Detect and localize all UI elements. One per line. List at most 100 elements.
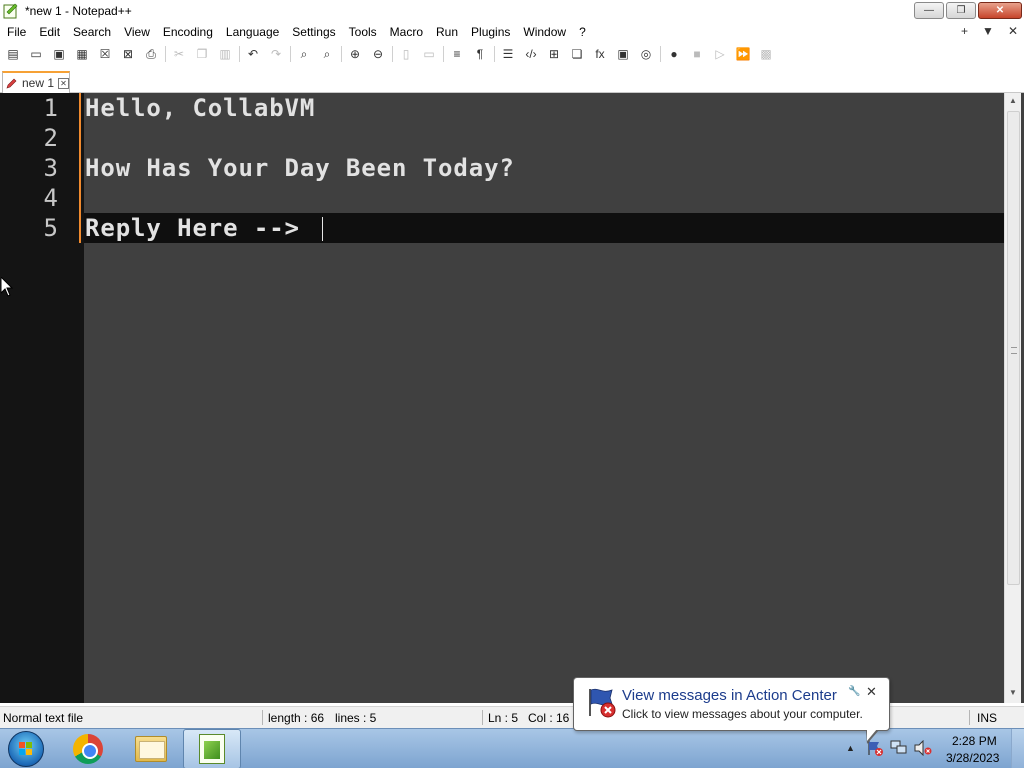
run-macro-multiple-icon[interactable]: ⏩ (734, 45, 752, 63)
clock-date[interactable]: 3/28/2023 (946, 751, 999, 765)
monitoring-icon[interactable]: ▣ (614, 45, 632, 63)
indent-guide-icon[interactable]: ☰ (499, 45, 517, 63)
menu-encoding[interactable]: Encoding (156, 25, 219, 39)
save-icon[interactable]: ▣ (50, 45, 68, 63)
network-icon[interactable] (890, 740, 908, 756)
menu-language[interactable]: Language (219, 25, 285, 39)
status-insert-mode[interactable]: INS (977, 711, 997, 725)
status-lines: lines : 5 (335, 711, 377, 725)
toolbar-separator (239, 46, 240, 62)
editor-area[interactable]: 1 2 3 4 5 Hello, CollabVM How Has Your D… (0, 93, 1024, 703)
record-macro-icon[interactable]: ● (665, 45, 683, 63)
balloon-tail-inner (867, 729, 877, 741)
save-all-icon[interactable]: ▦ (73, 45, 91, 63)
paste-icon[interactable]: ▥ (216, 45, 234, 63)
tab-bar: new 1 ✕ (0, 66, 1024, 93)
change-history-marker (79, 93, 81, 243)
notification-text[interactable]: Click to view messages about your comput… (622, 707, 863, 721)
notepadplusplus-icon (199, 734, 225, 764)
action-center-flag-icon (589, 688, 616, 718)
taskbar-notepadplusplus[interactable] (183, 729, 241, 768)
code-line[interactable]: Reply Here --> (85, 213, 300, 243)
menu-window[interactable]: Window (516, 25, 572, 39)
menu-run[interactable]: Run (429, 25, 464, 39)
menu-help[interactable]: ? (572, 25, 592, 39)
notification-close-button[interactable]: ✕ (866, 684, 877, 700)
sync-vertical-icon[interactable]: ▯ (397, 45, 415, 63)
save-macro-icon[interactable]: ▩ (757, 45, 775, 63)
notepadplusplus-icon (3, 3, 19, 19)
scrollbar-thumb[interactable] (1007, 111, 1020, 585)
toolbar-separator (392, 46, 393, 62)
menu-view[interactable]: View (117, 25, 156, 39)
open-file-icon[interactable]: ▭ (27, 45, 45, 63)
show-all-chars-icon[interactable]: ¶ (471, 45, 489, 63)
windows-logo-icon (19, 742, 33, 756)
taskbar-chrome[interactable] (59, 729, 117, 768)
minimize-button[interactable]: — (914, 2, 944, 19)
toolbar: ▤ ▭ ▣ ▦ ☒ ⊠ ⎙ ✂ ❐ ▥ ↶ ↷ ⌕ ⌕ ⊕ ⊖ ▯ ▭ ≡ ¶ ☰ ‹/› ⊞ ❏ fx ▣ ◎ ● ■ ▷ ⏩ ▩ (0, 42, 1024, 66)
vertical-scrollbar[interactable]: ▲ ▼ (1004, 93, 1021, 703)
chrome-icon (73, 734, 103, 764)
menu-macro[interactable]: Macro (383, 25, 429, 39)
menu-plugins[interactable]: Plugins (464, 25, 516, 39)
word-wrap-icon[interactable]: ≡ (448, 45, 466, 63)
close-window-button[interactable]: ✕ (978, 2, 1022, 19)
close-icon[interactable]: ☒ (96, 45, 114, 63)
function-list-icon[interactable]: fx (591, 45, 609, 63)
maximize-button[interactable]: ❐ (946, 2, 976, 19)
clock-time[interactable]: 2:28 PM (952, 734, 997, 748)
new-file-icon[interactable]: ▤ (4, 45, 22, 63)
menu-search[interactable]: Search (66, 25, 117, 39)
zoom-in-icon[interactable]: ⊕ (346, 45, 364, 63)
document-map-icon[interactable]: ⊞ (545, 45, 563, 63)
start-button[interactable] (8, 731, 44, 767)
scroll-down-arrow-icon[interactable]: ▼ (1005, 685, 1021, 701)
menu-settings[interactable]: Settings (285, 25, 341, 39)
tab-new-1[interactable]: new 1 ✕ (2, 71, 70, 93)
line-number: 3 (43, 154, 58, 182)
cut-icon[interactable]: ✂ (170, 45, 188, 63)
menu-tools[interactable]: Tools (342, 25, 383, 39)
stop-macro-icon[interactable]: ■ (688, 45, 706, 63)
menu-bar: File Edit Search View Encoding Language … (0, 22, 1024, 42)
toolbar-separator (290, 46, 291, 62)
find-icon[interactable]: ⌕ (295, 45, 313, 63)
code-line[interactable]: Hello, CollabVM (85, 93, 315, 123)
toolbar-separator (341, 46, 342, 62)
settings-wrench-icon[interactable]: 🔧 (848, 686, 860, 697)
folder-workspace-icon[interactable]: ◎ (637, 45, 655, 63)
copy-icon[interactable]: ❐ (193, 45, 211, 63)
tab-close-icon[interactable]: ✕ (58, 77, 70, 89)
code-line[interactable]: How Has Your Day Been Today? (85, 153, 515, 183)
new-tab-icon[interactable]: + (961, 24, 968, 38)
toolbar-separator (443, 46, 444, 62)
mouse-pointer-icon (1, 277, 13, 297)
document-list-icon[interactable]: ❏ (568, 45, 586, 63)
taskbar-explorer[interactable] (122, 729, 180, 768)
print-icon[interactable]: ⎙ (142, 45, 160, 63)
close-all-icon[interactable]: ⊠ (119, 45, 137, 63)
scroll-up-arrow-icon[interactable]: ▲ (1005, 93, 1021, 109)
volume-muted-icon[interactable] (914, 740, 932, 756)
sync-horizontal-icon[interactable]: ▭ (420, 45, 438, 63)
menu-file[interactable]: File (0, 25, 32, 39)
action-center-notification[interactable]: View messages in Action Center Click to … (573, 677, 890, 744)
line-number: 4 (43, 184, 58, 212)
toolbar-separator (494, 46, 495, 62)
play-macro-icon[interactable]: ▷ (711, 45, 729, 63)
show-hidden-icons-arrow-icon[interactable]: ▲ (846, 743, 855, 753)
language-tag-icon[interactable]: ‹/› (522, 45, 540, 63)
folder-icon (135, 736, 167, 762)
replace-icon[interactable]: ⌕ (318, 45, 336, 63)
status-file-type: Normal text file (3, 711, 84, 725)
close-tab-icon[interactable]: ✕ (1008, 24, 1018, 38)
menu-edit[interactable]: Edit (32, 25, 66, 39)
notification-title[interactable]: View messages in Action Center (622, 687, 837, 704)
tab-list-dropdown-icon[interactable]: ▼ (982, 24, 994, 38)
undo-icon[interactable]: ↶ (244, 45, 262, 63)
show-desktop-button[interactable] (1011, 729, 1024, 768)
toolbar-separator (660, 46, 661, 62)
zoom-out-icon[interactable]: ⊖ (369, 45, 387, 63)
redo-icon[interactable]: ↷ (267, 45, 285, 63)
